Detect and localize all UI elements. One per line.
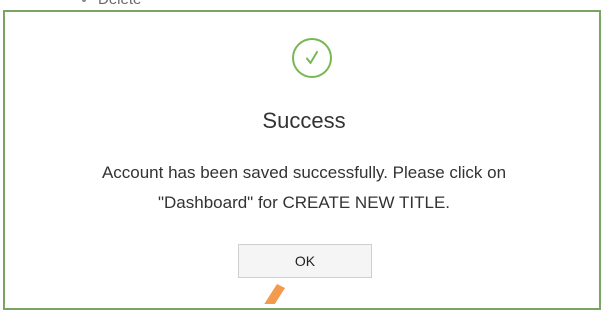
background-item-label: Delete — [98, 0, 141, 8]
dialog-title: Success — [262, 108, 346, 133]
dialog-message-line-2: "Dashboard" for CREATE NEW TITLE. — [157, 193, 451, 212]
check-circle-icon — [292, 38, 332, 78]
dialog-message-line-1: Account has been saved successfully. Ple… — [101, 163, 507, 182]
bullet-icon — [82, 0, 86, 3]
ok-button[interactable]: OK — [238, 244, 372, 278]
dialog-message: Account has been saved successfully. Ple… — [45, 158, 563, 218]
annotation-arrow-icon — [255, 284, 285, 304]
background-list-item: Delete — [82, 0, 141, 8]
checkmark-icon — [306, 51, 318, 64]
success-dialog: Success Account has been saved successfu… — [3, 10, 601, 310]
